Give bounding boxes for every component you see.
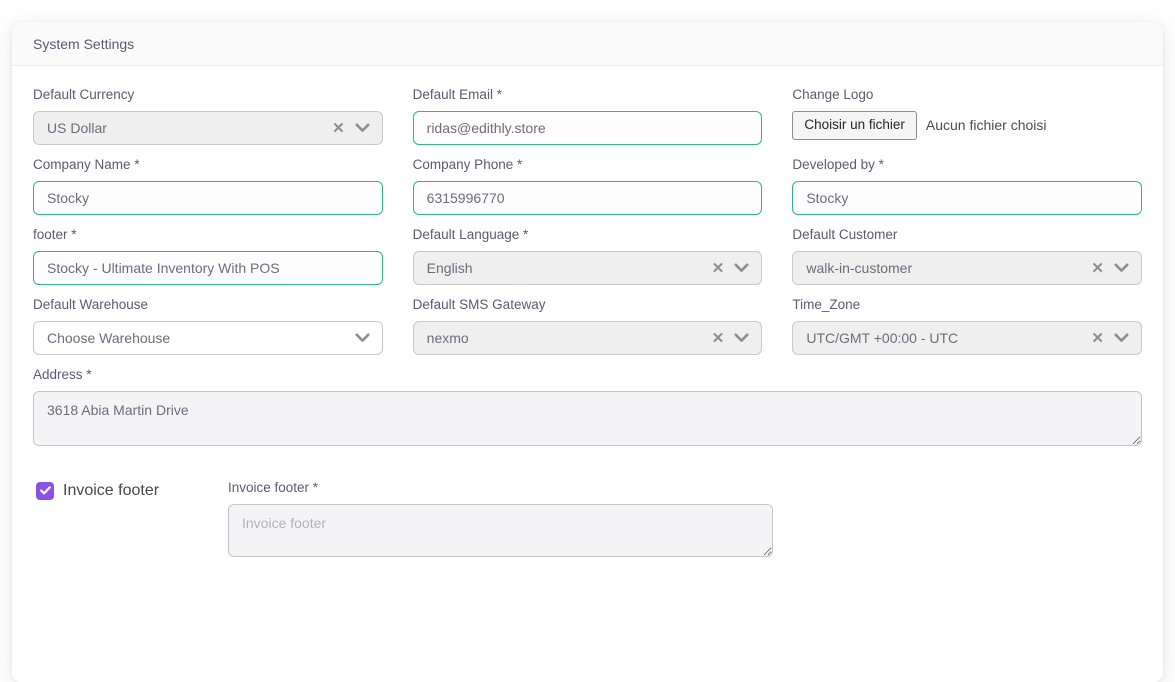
default-currency-value: US Dollar	[47, 120, 107, 136]
choose-file-button[interactable]: Choisir un fichier	[792, 111, 917, 140]
field-developed-by: Developed by *	[792, 158, 1142, 215]
field-time-zone: Time_Zone UTC/GMT +00:00 - UTC ✕	[792, 298, 1142, 355]
company-phone-label: Company Phone *	[413, 158, 763, 172]
chevron-down-icon[interactable]	[355, 333, 370, 343]
default-sms-gateway-select[interactable]: nexmo ✕	[413, 321, 763, 355]
select-icons: ✕	[712, 331, 750, 346]
field-default-currency: Default Currency US Dollar ✕	[33, 88, 383, 145]
field-default-customer: Default Customer walk-in-customer ✕	[792, 228, 1142, 285]
chevron-down-icon[interactable]	[1114, 263, 1129, 273]
time-zone-value: UTC/GMT +00:00 - UTC	[806, 330, 958, 346]
card-body: Default Currency US Dollar ✕ Default Ema…	[12, 66, 1163, 579]
select-icons: ✕	[1091, 331, 1129, 346]
default-customer-select[interactable]: walk-in-customer ✕	[792, 251, 1142, 285]
settings-form: Default Currency US Dollar ✕ Default Ema…	[33, 88, 1142, 459]
footer-input[interactable]	[33, 251, 383, 285]
field-default-warehouse: Default Warehouse Choose Warehouse	[33, 298, 383, 355]
select-icons: ✕	[1091, 261, 1129, 276]
check-icon	[40, 486, 51, 495]
company-name-input[interactable]	[33, 181, 383, 215]
default-currency-label: Default Currency	[33, 88, 383, 102]
clear-icon[interactable]: ✕	[1091, 331, 1104, 346]
chevron-down-icon[interactable]	[1114, 333, 1129, 343]
default-currency-select[interactable]: US Dollar ✕	[33, 111, 383, 145]
field-footer: footer *	[33, 228, 383, 285]
time-zone-label: Time_Zone	[792, 298, 1142, 312]
field-default-sms-gateway: Default SMS Gateway nexmo ✕	[413, 298, 763, 355]
company-name-label: Company Name *	[33, 158, 383, 172]
default-language-value: English	[427, 260, 473, 276]
invoice-footer-toggle[interactable]: Invoice footer	[33, 481, 228, 500]
footer-label: footer *	[33, 228, 383, 242]
chevron-down-icon[interactable]	[734, 263, 749, 273]
developed-by-label: Developed by *	[792, 158, 1142, 172]
card-header: System Settings	[12, 22, 1163, 66]
default-warehouse-select[interactable]: Choose Warehouse	[33, 321, 383, 355]
default-language-select[interactable]: English ✕	[413, 251, 763, 285]
change-logo-label: Change Logo	[792, 88, 1142, 102]
time-zone-select[interactable]: UTC/GMT +00:00 - UTC ✕	[792, 321, 1142, 355]
logo-file-input: Choisir un fichier Aucun fichier choisi	[792, 111, 1142, 140]
default-sms-gateway-value: nexmo	[427, 330, 469, 346]
clear-icon[interactable]: ✕	[332, 121, 345, 136]
clear-icon[interactable]: ✕	[712, 331, 725, 346]
invoice-footer-checkbox-label[interactable]: Invoice footer	[63, 481, 159, 500]
field-invoice-footer: Invoice footer *	[228, 481, 773, 557]
select-icons: ✕	[332, 121, 370, 136]
field-address: Address * 3618 Abia Martin Drive	[33, 368, 1142, 446]
invoice-footer-textarea[interactable]	[228, 504, 773, 557]
invoice-footer-checkbox[interactable]	[36, 482, 54, 500]
invoice-footer-label: Invoice footer *	[228, 481, 773, 495]
field-company-phone: Company Phone *	[413, 158, 763, 215]
clear-icon[interactable]: ✕	[1091, 261, 1104, 276]
select-icons	[355, 333, 370, 343]
default-warehouse-label: Default Warehouse	[33, 298, 383, 312]
address-label: Address *	[33, 368, 1142, 382]
field-company-name: Company Name *	[33, 158, 383, 215]
field-default-email: Default Email *	[413, 88, 763, 145]
file-status-text: Aucun fichier choisi	[926, 117, 1047, 133]
invoice-footer-section: Invoice footer Invoice footer *	[33, 481, 1142, 557]
chevron-down-icon[interactable]	[355, 123, 370, 133]
clear-icon[interactable]: ✕	[712, 261, 725, 276]
select-icons: ✕	[712, 261, 750, 276]
developed-by-input[interactable]	[792, 181, 1142, 215]
default-warehouse-value: Choose Warehouse	[47, 330, 170, 346]
default-email-label: Default Email *	[413, 88, 763, 102]
system-settings-card: System Settings Default Currency US Doll…	[12, 22, 1163, 682]
company-phone-input[interactable]	[413, 181, 763, 215]
address-textarea[interactable]: 3618 Abia Martin Drive	[33, 391, 1142, 446]
default-language-label: Default Language *	[413, 228, 763, 242]
default-sms-gateway-label: Default SMS Gateway	[413, 298, 763, 312]
field-change-logo: Change Logo Choisir un fichier Aucun fic…	[792, 88, 1142, 145]
default-customer-label: Default Customer	[792, 228, 1142, 242]
default-email-input[interactable]	[413, 111, 763, 145]
default-customer-value: walk-in-customer	[806, 260, 912, 276]
page-title: System Settings	[33, 36, 134, 52]
field-default-language: Default Language * English ✕	[413, 228, 763, 285]
chevron-down-icon[interactable]	[734, 333, 749, 343]
